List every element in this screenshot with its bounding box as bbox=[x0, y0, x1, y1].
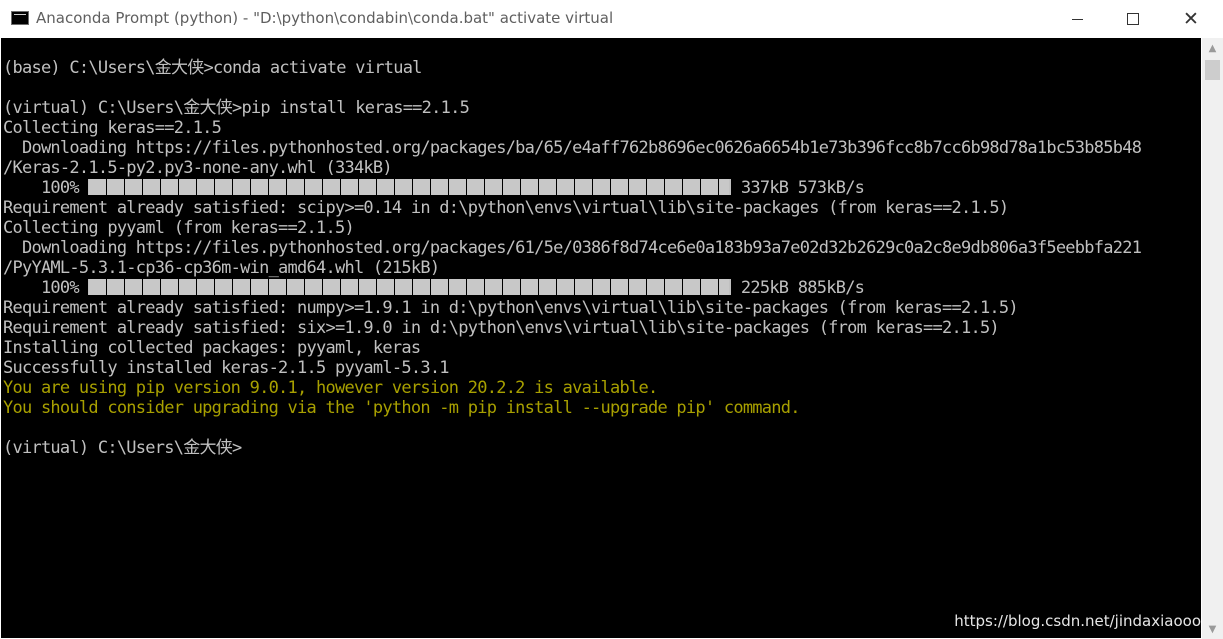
progress-line: 100% 225kB 885kB/s bbox=[3, 278, 1201, 298]
scrollbar-thumb[interactable] bbox=[1205, 60, 1220, 80]
console-line: Requirement already satisfied: six>=1.9.… bbox=[3, 318, 1000, 338]
warning-line: You are using pip version 9.0.1, however… bbox=[3, 378, 658, 398]
progress-stats: 225kB 885kB/s bbox=[731, 278, 865, 298]
console-line: Collecting keras==2.1.5 bbox=[3, 118, 222, 138]
scroll-down-icon[interactable]: ▼ bbox=[1202, 619, 1223, 639]
console-window: Anaconda Prompt (python) - "D:\python\co… bbox=[0, 0, 1223, 639]
console-line: (virtual) C:\Users\金大侠>pip install keras… bbox=[3, 98, 470, 118]
watermark: https://blog.csdn.net/jindaxiaooo bbox=[954, 612, 1201, 630]
console-prompt[interactable]: (virtual) C:\Users\金大侠> bbox=[3, 438, 1201, 458]
console-line: /Keras-2.1.5-py2.py3-none-any.whl (334kB… bbox=[3, 158, 393, 178]
progress-stats: 337kB 573kB/s bbox=[731, 178, 865, 198]
close-icon: ✕ bbox=[1183, 7, 1199, 30]
minimize-icon bbox=[1071, 18, 1083, 20]
warning-line: You should consider upgrading via the 'p… bbox=[3, 398, 800, 418]
minimize-button[interactable] bbox=[1048, 0, 1106, 38]
close-button[interactable]: ✕ bbox=[1162, 0, 1220, 38]
window-title: Anaconda Prompt (python) - "D:\python\co… bbox=[36, 9, 614, 27]
maximize-button[interactable] bbox=[1104, 0, 1162, 38]
console-app-icon bbox=[11, 11, 29, 25]
progress-percent: 100% bbox=[3, 278, 89, 298]
maximize-icon bbox=[1127, 13, 1139, 25]
console-line: (base) C:\Users\金大侠>conda activate virtu… bbox=[3, 58, 422, 78]
console-line: Requirement already satisfied: numpy>=1.… bbox=[3, 298, 1019, 318]
title-bar[interactable]: Anaconda Prompt (python) - "D:\python\co… bbox=[0, 0, 1223, 38]
progress-line: 100% 337kB 573kB/s bbox=[3, 178, 1201, 198]
console-output[interactable]: (base) C:\Users\金大侠>conda activate virtu… bbox=[1, 38, 1201, 638]
console-line: Installing collected packages: pyyaml, k… bbox=[3, 338, 421, 358]
console-line: /PyYAML-5.3.1-cp36-cp36m-win_amd64.whl (… bbox=[3, 258, 440, 278]
console-line: Collecting pyyaml (from keras==2.1.5) bbox=[3, 218, 355, 238]
console-line: Downloading https://files.pythonhosted.o… bbox=[3, 138, 1142, 158]
vertical-scrollbar[interactable]: ▲ ▼ bbox=[1202, 38, 1223, 639]
console-line: Requirement already satisfied: scipy>=0.… bbox=[3, 198, 1009, 218]
console-line: Successfully installed keras-2.1.5 pyyam… bbox=[3, 358, 450, 378]
scroll-up-icon[interactable]: ▲ bbox=[1202, 38, 1223, 58]
progress-bar bbox=[88, 278, 732, 295]
progress-percent: 100% bbox=[3, 178, 89, 198]
console-line: Downloading https://files.pythonhosted.o… bbox=[3, 238, 1142, 258]
progress-bar bbox=[88, 178, 732, 195]
